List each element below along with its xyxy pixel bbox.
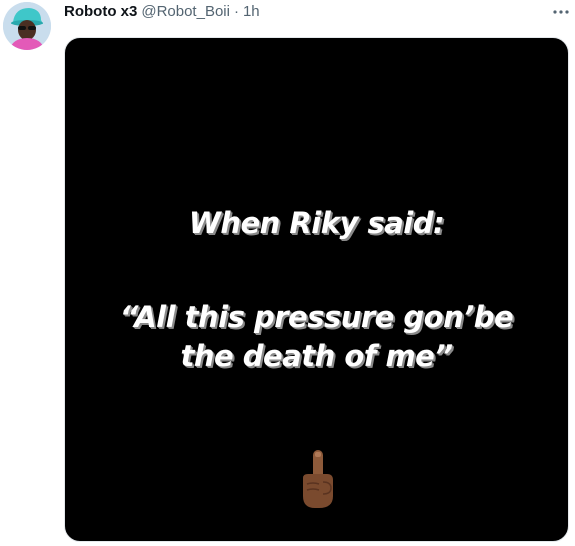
avatar[interactable]	[3, 2, 51, 50]
display-name[interactable]: Roboto x3	[64, 2, 137, 22]
tweet-header: Roboto x3 @Robot_Boii · 1h	[64, 2, 260, 22]
media-quote-line-2: the death of me”	[180, 339, 453, 373]
point-up-emoji-icon	[293, 448, 341, 512]
tweet-media-image[interactable]: When Riky said: “All this pressure gon’b…	[64, 37, 569, 542]
tweet: Roboto x3 @Robot_Boii · 1h When Riky sai…	[0, 0, 575, 546]
media-quote-line-1: “All this pressure gon’be	[119, 300, 514, 334]
separator-dot: ·	[233, 3, 239, 20]
timestamp[interactable]: 1h	[243, 2, 260, 22]
media-heading: When Riky said:	[188, 206, 445, 240]
user-handle[interactable]: @Robot_Boii	[141, 2, 230, 22]
more-icon[interactable]	[551, 2, 571, 22]
